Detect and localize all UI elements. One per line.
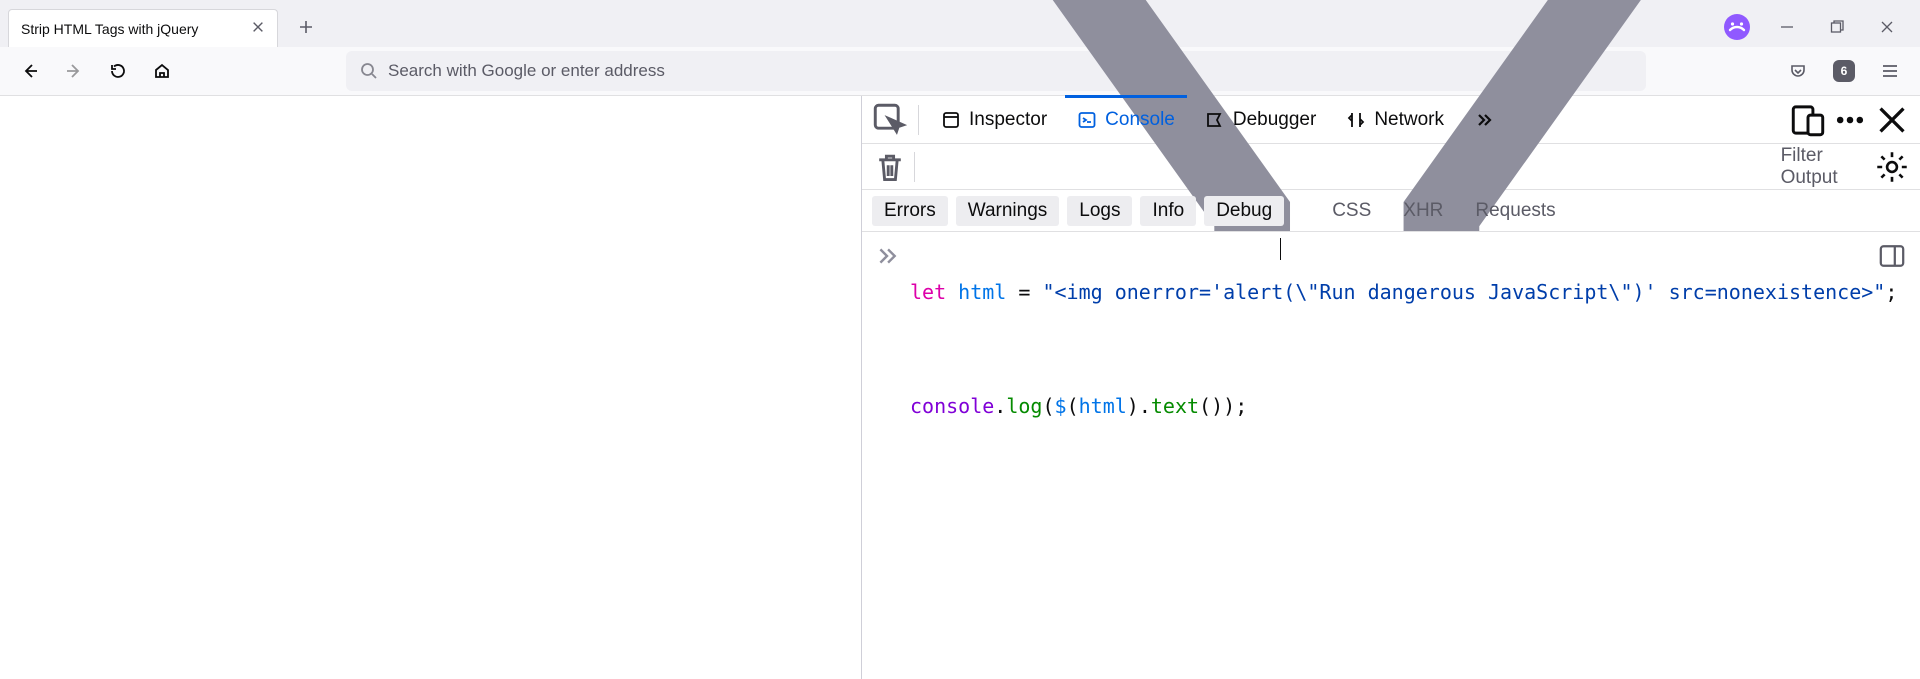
tab-title: Strip HTML Tags with jQuery — [21, 21, 251, 37]
console-body[interactable]: let html = "<img onerror='alert(\"Run da… — [862, 232, 1920, 679]
chevrons-right-icon — [1474, 110, 1494, 130]
cat-warnings[interactable]: Warnings — [956, 196, 1060, 226]
back-button[interactable] — [10, 51, 50, 91]
tab-inspector[interactable]: Inspector — [929, 96, 1059, 143]
console-categories: Errors Warnings Logs Info Debug CSS XHR … — [862, 190, 1920, 232]
tab-debugger-label: Debugger — [1233, 109, 1316, 131]
app-menu-button[interactable] — [1870, 51, 1910, 91]
filter-placeholder: Filter Output — [1781, 145, 1874, 189]
console-filter-bar: Filter Output — [862, 144, 1920, 190]
reload-button[interactable] — [98, 51, 138, 91]
address-placeholder: Search with Google or enter address — [388, 61, 665, 81]
new-tab-button[interactable] — [288, 9, 324, 45]
console-prompt-icon — [876, 244, 910, 276]
devtools-panel: Inspector Console Debugger Network — [862, 96, 1920, 679]
console-input-line-1: let html = "<img onerror='alert(\"Run da… — [876, 244, 1906, 340]
console-icon — [1077, 110, 1097, 130]
tab-network-label: Network — [1374, 109, 1444, 131]
console-settings-button[interactable] — [1874, 149, 1910, 185]
inspector-icon — [941, 110, 961, 130]
network-icon — [1346, 110, 1366, 130]
element-picker-button[interactable] — [872, 102, 908, 138]
close-tab-icon[interactable] — [251, 20, 265, 37]
home-button[interactable] — [142, 51, 182, 91]
main-area: Inspector Console Debugger Network — [0, 96, 1920, 679]
cat-css[interactable]: CSS — [1320, 196, 1383, 226]
tab-network[interactable]: Network — [1334, 96, 1456, 143]
text-cursor — [1280, 238, 1281, 260]
tab-console-label: Console — [1105, 109, 1175, 131]
search-icon — [360, 62, 378, 80]
close-devtools-button[interactable] — [1874, 102, 1910, 138]
page-content — [0, 96, 862, 679]
forward-button[interactable] — [54, 51, 94, 91]
more-tabs-button[interactable] — [1462, 96, 1506, 143]
clear-console-button[interactable] — [872, 149, 908, 185]
console-input-line-2: console.log($(html).text()); — [876, 358, 1906, 454]
cat-info[interactable]: Info — [1140, 196, 1196, 226]
cat-errors[interactable]: Errors — [872, 196, 948, 226]
cat-debug[interactable]: Debug — [1204, 196, 1284, 226]
browser-tab-active[interactable]: Strip HTML Tags with jQuery — [8, 9, 278, 47]
cat-xhr[interactable]: XHR — [1391, 196, 1455, 226]
tab-debugger[interactable]: Debugger — [1193, 96, 1328, 143]
debugger-icon — [1205, 110, 1225, 130]
cat-requests[interactable]: Requests — [1463, 196, 1567, 226]
console-sidebar-toggle[interactable] — [1878, 242, 1906, 270]
cat-logs[interactable]: Logs — [1067, 196, 1132, 226]
tab-console[interactable]: Console — [1065, 96, 1187, 143]
tab-inspector-label: Inspector — [969, 109, 1047, 131]
